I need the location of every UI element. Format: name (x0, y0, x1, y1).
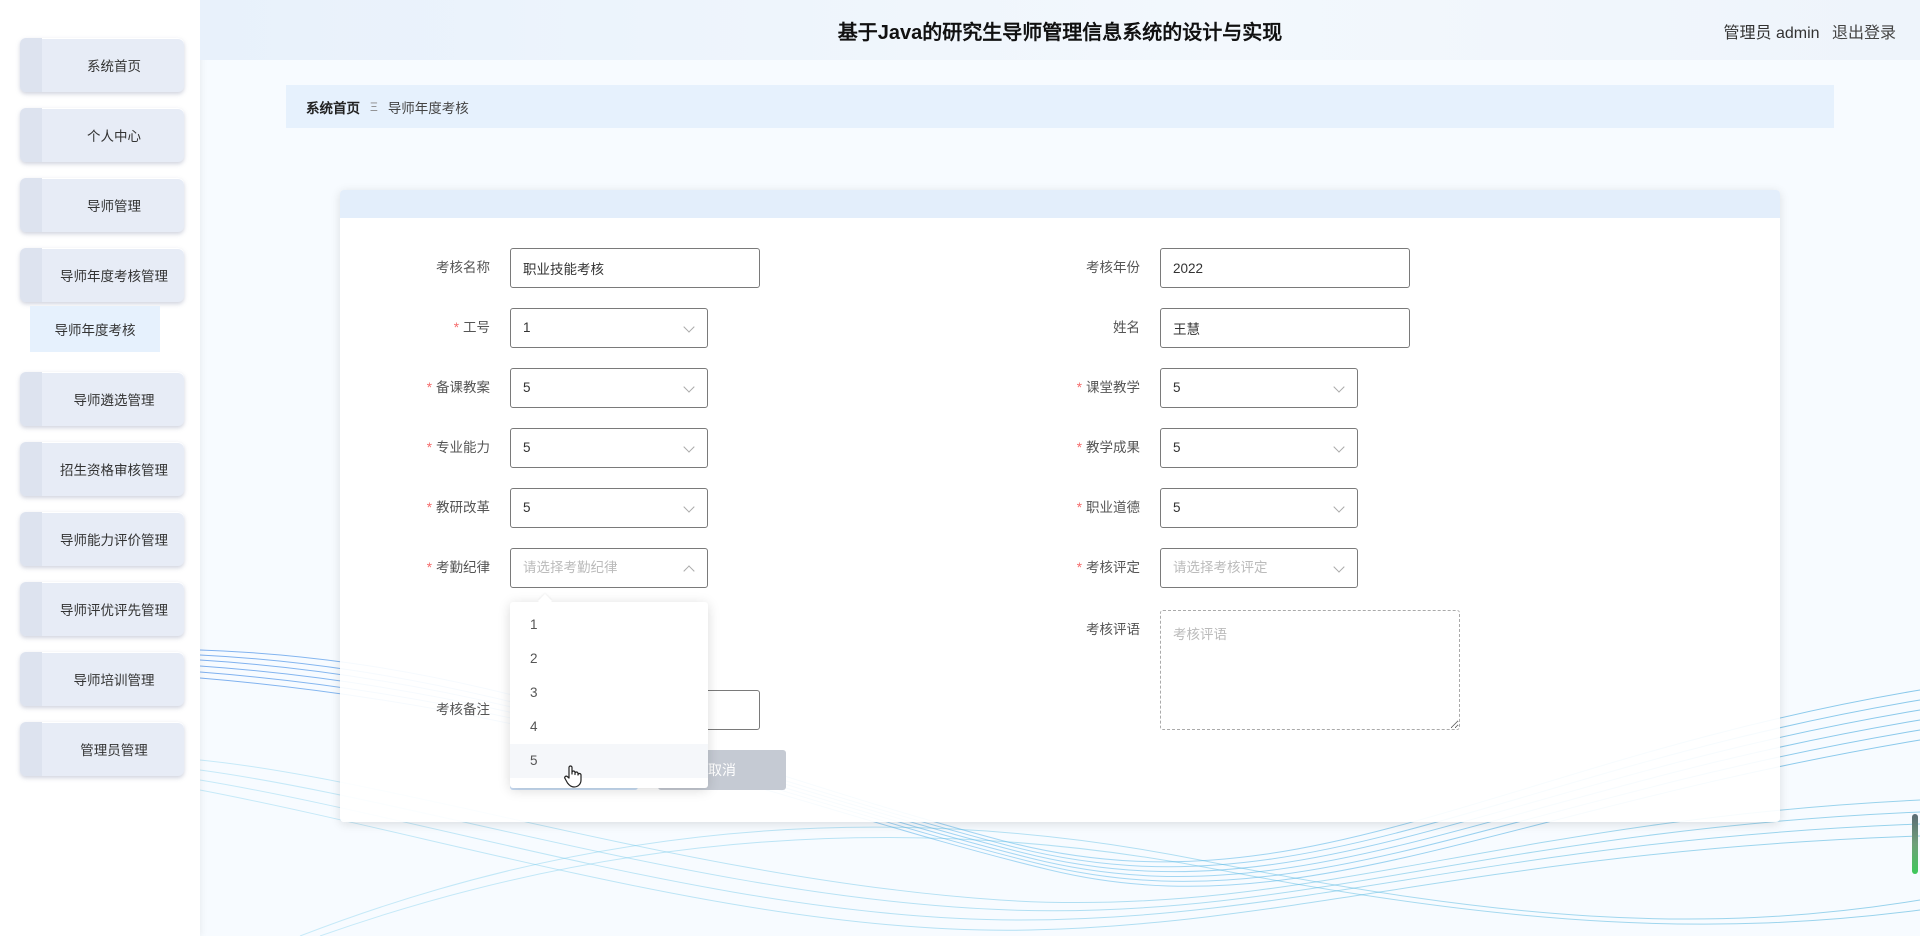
classroom-label: * 课堂教学 (1076, 380, 1140, 395)
logout-link[interactable]: 退出登录 (1832, 25, 1896, 42)
teaching-result-label: * 教学成果 (1076, 440, 1140, 455)
comment-label: 考核评语 (1086, 622, 1140, 637)
dropdown-option[interactable]: 4 (510, 710, 708, 744)
breadcrumb-current: 导师年度考核 (387, 100, 469, 116)
sidebar-item-tutor-selection-management[interactable]: 导师遴选管理 (20, 372, 184, 426)
sidebar-item-label: 导师年度考核管理 (60, 269, 168, 284)
sidebar-item-label: 个人中心 (87, 129, 141, 144)
professional-select[interactable]: 5 (510, 428, 708, 468)
sidebar-item-label: 导师能力评价管理 (60, 533, 168, 548)
job-no-select[interactable]: 1 (510, 308, 708, 348)
breadcrumb: 系统首页 Ξ 导师年度考核 (286, 85, 1834, 128)
top-header: 基于Java的研究生导师管理信息系统的设计与实现 管理员 admin 退出登录 (200, 0, 1920, 60)
card-header-bar (340, 190, 1780, 218)
remark-label: 考核备注 (436, 702, 490, 717)
user-area: 管理员 admin 退出登录 (1716, 19, 1897, 43)
scrollbar[interactable] (1912, 814, 1918, 874)
sidebar-item-label: 导师管理 (87, 199, 141, 214)
teaching-result-select[interactable]: 5 (1160, 428, 1358, 468)
dropdown-option-label: 5 (530, 753, 538, 768)
sidebar-item-tutor-management[interactable]: 导师管理 (20, 178, 184, 232)
classroom-select[interactable]: 5 (1160, 368, 1358, 408)
lesson-prep-label: * 备课教案 (426, 380, 490, 395)
assess-name-input[interactable] (510, 248, 760, 288)
professional-label: * 专业能力 (426, 440, 490, 455)
app-title: 基于Java的研究生导师管理信息系统的设计与实现 (837, 22, 1283, 44)
sidebar-item-enrollment-qualification[interactable]: 招生资格审核管理 (20, 442, 184, 496)
sidebar-item-ability-evaluation[interactable]: 导师能力评价管理 (20, 512, 184, 566)
sidebar-subitem-annual-assessment[interactable]: 导师年度考核 (30, 306, 160, 352)
dropdown-option[interactable]: 5 (510, 744, 708, 788)
sidebar-subitem-label: 导师年度考核 (54, 323, 136, 338)
lesson-prep-select[interactable]: 5 (510, 368, 708, 408)
assess-rating-label: * 考核评定 (1076, 560, 1140, 575)
assess-year-label: 考核年份 (1086, 260, 1140, 275)
name-label: 姓名 (1113, 320, 1140, 335)
job-no-label: * 工号 (453, 320, 490, 335)
ethics-label: * 职业道德 (1076, 500, 1140, 515)
sidebar-item-annual-assessment-management[interactable]: 导师年度考核管理 (20, 248, 184, 302)
sidebar-item-label: 导师评优评先管理 (60, 603, 168, 618)
attendance-label: * 考勤纪律 (426, 560, 490, 575)
attendance-select[interactable]: 请选择考勤纪律 (510, 548, 708, 588)
breadcrumb-home[interactable]: 系统首页 (306, 97, 360, 117)
breadcrumb-separator-icon: Ξ (370, 99, 378, 114)
assessment-form-card: 考核名称 考核年份 *工号 1 姓名 *备课教案 5 *课堂教学 5 *专业能力… (340, 190, 1780, 822)
name-input[interactable] (1160, 308, 1410, 348)
dropdown-option[interactable]: 2 (510, 642, 708, 676)
sidebar-item-home[interactable]: 系统首页 (20, 38, 184, 92)
sidebar-item-excellence-award[interactable]: 导师评优评先管理 (20, 582, 184, 636)
sidebar-item-label: 管理员管理 (80, 743, 148, 758)
sidebar-item-label: 导师培训管理 (73, 673, 155, 688)
attendance-dropdown: 1 2 3 4 5 (510, 602, 708, 788)
assess-name-label: 考核名称 (436, 260, 490, 275)
dropdown-option[interactable]: 3 (510, 676, 708, 710)
sidebar-item-admin-management[interactable]: 管理员管理 (20, 722, 184, 776)
sidebar-item-label: 系统首页 (87, 59, 141, 74)
sidebar: 系统首页 个人中心 导师管理 导师年度考核管理 导师年度考核 导师遴选管理 招生… (0, 0, 200, 936)
research-reform-label: * 教研改革 (426, 500, 490, 515)
comment-textarea[interactable] (1160, 610, 1460, 730)
assess-year-input[interactable] (1160, 248, 1410, 288)
dropdown-option[interactable]: 1 (510, 608, 708, 642)
sidebar-item-label: 导师遴选管理 (73, 393, 155, 408)
user-label: 管理员 admin (1723, 25, 1820, 42)
research-reform-select[interactable]: 5 (510, 488, 708, 528)
sidebar-item-label: 招生资格审核管理 (60, 463, 168, 478)
ethics-select[interactable]: 5 (1160, 488, 1358, 528)
sidebar-item-training-management[interactable]: 导师培训管理 (20, 652, 184, 706)
assess-rating-select[interactable]: 请选择考核评定 (1160, 548, 1358, 588)
hand-cursor-icon (564, 765, 582, 788)
sidebar-item-personal-center[interactable]: 个人中心 (20, 108, 184, 162)
